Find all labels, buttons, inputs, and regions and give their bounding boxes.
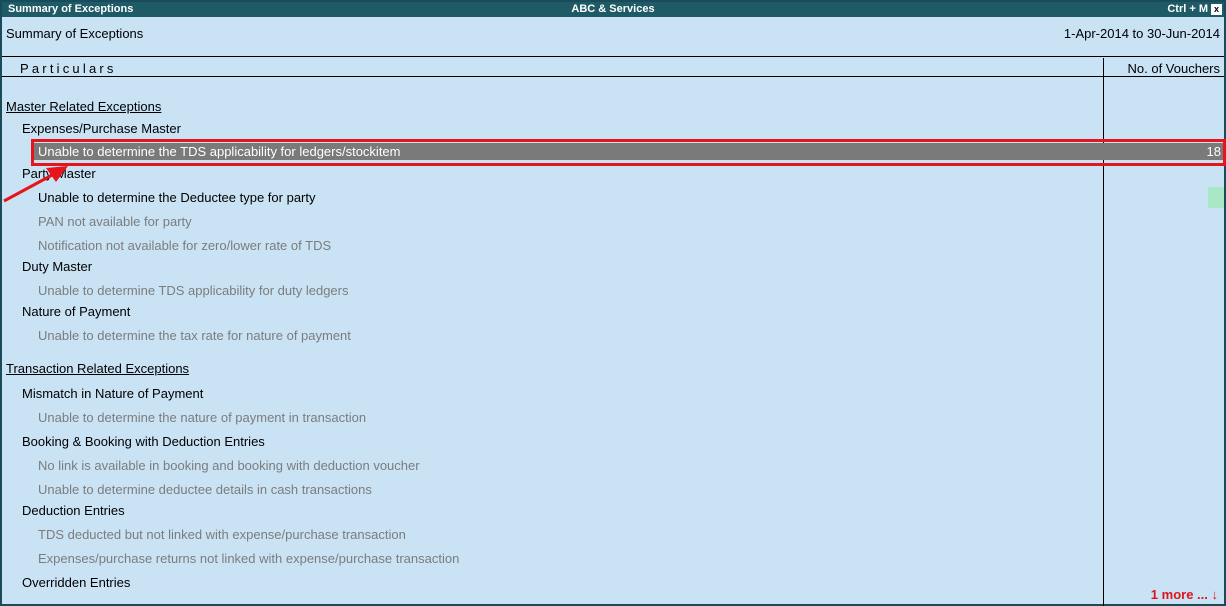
list-item-returns-not-linked[interactable]: Expenses/purchase returns not linked wit… <box>38 551 459 566</box>
list-item-pan-missing[interactable]: PAN not available for party <box>38 214 192 229</box>
group-duty-master: Duty Master <box>22 259 93 274</box>
group-mismatch-nature-of-payment: Mismatch in Nature of Payment <box>22 386 204 401</box>
column-header-divider <box>2 76 1224 77</box>
summary-of-exceptions-window: Summary of Exceptions ABC & Services Ctr… <box>0 0 1226 606</box>
report-period[interactable]: 1-Apr-2014 to 30-Jun-2014 <box>1064 26 1220 41</box>
list-item-duty-ledgers[interactable]: Unable to determine TDS applicability fo… <box>38 283 348 298</box>
list-item-no-link-booking[interactable]: No link is available in booking and book… <box>38 458 420 473</box>
list-item-tds-not-linked[interactable]: TDS deducted but not linked with expense… <box>38 527 406 542</box>
callout-arrow-icon <box>3 166 68 203</box>
company-name: ABC & Services <box>571 3 655 15</box>
row-marker <box>1208 187 1224 208</box>
group-nature-of-payment: Nature of Payment <box>22 304 131 319</box>
close-icon[interactable]: x <box>1211 4 1222 15</box>
section-transaction-exceptions: Transaction Related Exceptions <box>6 361 190 376</box>
column-header-vouchers: No. of Vouchers <box>1127 61 1221 76</box>
list-item-notification-missing[interactable]: Notification not available for zero/lowe… <box>38 238 331 253</box>
group-overridden-entries: Overridden Entries <box>22 575 131 590</box>
more-rows-indicator[interactable]: 1 more ... ↓ <box>1151 587 1218 602</box>
group-booking-entries: Booking & Booking with Deduction Entries <box>22 434 265 449</box>
list-item-tax-rate[interactable]: Unable to determine the tax rate for nat… <box>38 328 351 343</box>
title-bar: Summary of Exceptions ABC & Services Ctr… <box>2 2 1224 17</box>
list-item-cash-deductee[interactable]: Unable to determine deductee details in … <box>38 482 372 497</box>
highlight-box <box>31 139 1226 166</box>
header-divider <box>2 56 1224 57</box>
group-deduction-entries: Deduction Entries <box>22 503 125 518</box>
list-item-nature-in-transaction[interactable]: Unable to determine the nature of paymen… <box>38 410 366 425</box>
shortcut-hint: Ctrl + M <box>1167 3 1208 15</box>
